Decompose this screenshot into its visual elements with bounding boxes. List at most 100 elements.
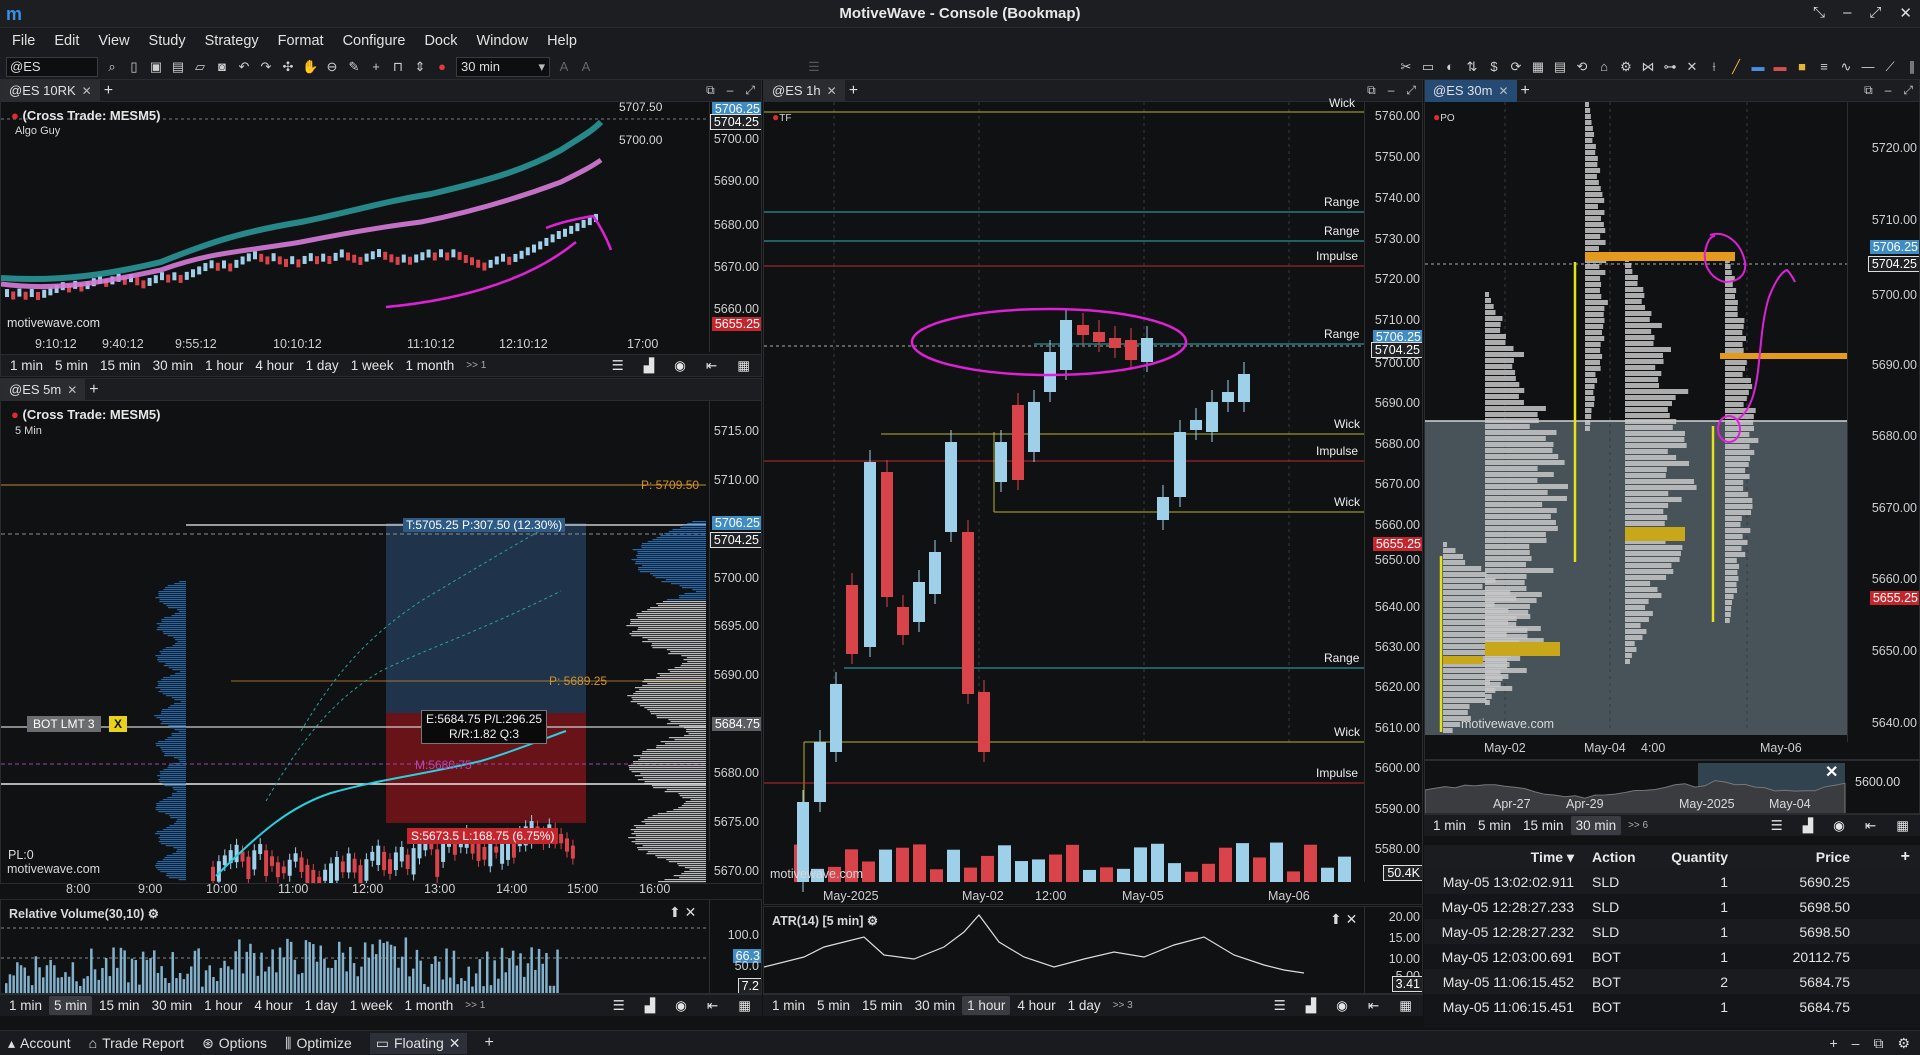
- tf-5min[interactable]: 5 min: [50, 356, 93, 375]
- cancel-order-button[interactable]: X: [109, 716, 128, 732]
- chart-type-icon[interactable]: ▟: [639, 356, 659, 376]
- dollar-icon[interactable]: $: [1486, 59, 1502, 75]
- add-column-icon[interactable]: +: [1856, 848, 1920, 866]
- eye-icon[interactable]: ◉: [670, 996, 692, 1016]
- chart-30m-plot[interactable]: [1425, 102, 1847, 760]
- slash-icon[interactable]: ⟋: [1882, 59, 1898, 75]
- eye-icon[interactable]: ◉: [1331, 996, 1353, 1016]
- tf-1month[interactable]: 1 month: [399, 996, 458, 1015]
- trade-report-button[interactable]: ⌂ Trade Report: [89, 1035, 184, 1051]
- expand-icon[interactable]: ⤢: [1903, 83, 1913, 98]
- tf-4hour[interactable]: 4 hour: [1012, 996, 1060, 1015]
- open-folder-icon[interactable]: ▱: [192, 59, 208, 75]
- list-icon[interactable]: ☰: [1269, 996, 1291, 1016]
- price-axis-10rk[interactable]: 5706.25 5704.25 5700.00 5690.00 5680.00 …: [709, 102, 761, 352]
- table-icon[interactable]: ▦: [1530, 59, 1546, 75]
- add-tab-icon[interactable]: +: [100, 82, 113, 100]
- tf-5min[interactable]: 5 min: [49, 996, 93, 1015]
- tf-30min[interactable]: 30 min: [148, 356, 199, 375]
- calendar-icon[interactable]: ▦: [1394, 996, 1417, 1016]
- link-icon[interactable]: ⟊: [1706, 59, 1722, 75]
- marker-icon[interactable]: ╱: [1728, 59, 1744, 75]
- lines-icon[interactable]: ∥: [1904, 59, 1920, 75]
- price-scale-icon[interactable]: ⇕: [412, 59, 428, 75]
- close-icon[interactable]: ✕: [67, 383, 77, 397]
- chart-icon[interactable]: ∿: [1838, 59, 1854, 75]
- tf-30min[interactable]: 30 min: [147, 996, 198, 1015]
- add-tab-icon[interactable]: +: [485, 1034, 494, 1052]
- col-time[interactable]: Time ▾: [1424, 849, 1582, 866]
- expand-icon[interactable]: ⤢: [1406, 83, 1416, 98]
- range-icon[interactable]: ⇤: [702, 996, 723, 1016]
- close-icon[interactable]: ✕: [82, 84, 92, 98]
- square-icon[interactable]: ■: [1794, 59, 1810, 75]
- eye-icon[interactable]: ◉: [1828, 816, 1850, 836]
- restore-button[interactable]: ⤢: [1869, 4, 1881, 22]
- add-icon[interactable]: +: [1829, 1035, 1837, 1052]
- tab-es-5m[interactable]: @ES 5m ✕: [1, 379, 86, 401]
- tf-1min[interactable]: 1 min: [767, 996, 810, 1015]
- gear-icon[interactable]: ⚙: [1897, 1035, 1910, 1052]
- more-timeframes[interactable]: >> 6: [1623, 818, 1653, 833]
- col-quantity[interactable]: Quantity: [1658, 849, 1736, 865]
- add-tab-icon[interactable]: +: [845, 82, 858, 100]
- layout-1-icon[interactable]: ▭: [1420, 59, 1436, 75]
- tab-es-1h[interactable]: @ES 1h ✕: [764, 80, 845, 102]
- tf-30min[interactable]: 30 min: [910, 996, 961, 1015]
- col-price[interactable]: Price: [1736, 849, 1856, 865]
- close-icon[interactable]: ✕: [449, 1035, 461, 1052]
- sort-icon[interactable]: ⇅: [1464, 59, 1480, 75]
- flag-icon[interactable]: ▬: [1750, 59, 1766, 75]
- optimize-button[interactable]: ⫼ Optimize: [285, 1035, 352, 1052]
- close-icon[interactable]: ✕: [1899, 4, 1912, 22]
- price-axis-5m[interactable]: 5715.00 5710.00 5706.25 5704.25 5700.00 …: [709, 401, 761, 878]
- tf-15min[interactable]: 15 min: [857, 996, 908, 1015]
- hand-icon[interactable]: ✋: [302, 59, 318, 75]
- minimize-icon[interactable]: –: [1885, 83, 1892, 98]
- zoom-icon[interactable]: ⊖: [324, 59, 340, 75]
- fork-icon[interactable]: ⊶: [1662, 59, 1678, 75]
- range-icon[interactable]: ⇤: [1860, 816, 1881, 836]
- chart-10rk-plot[interactable]: [1, 102, 709, 377]
- tf-1min[interactable]: 1 min: [4, 996, 47, 1015]
- tf-1day[interactable]: 1 day: [1063, 996, 1106, 1015]
- font-decrease-icon[interactable]: A: [578, 59, 594, 75]
- list-icon[interactable]: ☰: [607, 356, 629, 376]
- pencil-icon[interactable]: ✎: [346, 59, 362, 75]
- popout-icon[interactable]: ⧉: [1864, 83, 1873, 98]
- tf-1hour[interactable]: 1 hour: [199, 996, 247, 1015]
- table-row[interactable]: May-05 12:28:27.232 SLD 1 5698.50: [1424, 919, 1920, 944]
- tf-5min[interactable]: 5 min: [1473, 816, 1516, 835]
- menu-view[interactable]: View: [98, 33, 140, 49]
- undo-icon[interactable]: ↶: [236, 59, 252, 75]
- line-icon[interactable]: —: [1860, 59, 1876, 75]
- menu-format[interactable]: Format: [278, 33, 335, 49]
- crosshair-icon[interactable]: +: [368, 59, 384, 75]
- add-tab-icon[interactable]: +: [85, 381, 98, 399]
- overview-navigator[interactable]: ✕ Apr-27 Apr-29 May-2025 May-04 5600.00: [1424, 760, 1920, 814]
- table-row[interactable]: May-05 11:06:15.451 BOT 1 5684.75: [1424, 994, 1920, 1019]
- range-icon[interactable]: ⇤: [1363, 996, 1384, 1016]
- minimize-icon[interactable]: –: [727, 83, 734, 98]
- add-tab-icon[interactable]: +: [1517, 82, 1530, 100]
- minimize-icon[interactable]: –: [1388, 83, 1395, 98]
- overview-close-icon[interactable]: ✕: [1825, 762, 1838, 782]
- more-timeframes[interactable]: >> 3: [1108, 998, 1138, 1013]
- tab-es-30m[interactable]: @ES 30m ✕: [1425, 80, 1517, 102]
- record-icon[interactable]: ●: [434, 59, 450, 75]
- minus-icon[interactable]: –: [1852, 1035, 1860, 1052]
- table-row[interactable]: May-05 13:02:02.911 SLD 1 5690.25: [1424, 869, 1920, 894]
- menu-edit[interactable]: Edit: [54, 33, 90, 49]
- save-icon[interactable]: ▣: [148, 59, 164, 75]
- account-button[interactable]: ▴ Account: [8, 1035, 71, 1052]
- menu-strategy[interactable]: Strategy: [205, 33, 270, 49]
- gear-icon[interactable]: ⚙: [1618, 59, 1634, 75]
- layout-icon[interactable]: ⤡: [1813, 4, 1825, 22]
- chart-type-icon[interactable]: ▟: [1301, 996, 1321, 1016]
- menu-configure[interactable]: Configure: [343, 33, 417, 49]
- tf-5min[interactable]: 5 min: [812, 996, 855, 1015]
- disk-icon[interactable]: ▤: [1552, 59, 1568, 75]
- tab-es-10rk[interactable]: @ES 10RK ✕: [1, 80, 100, 102]
- calendar-icon[interactable]: ▦: [1891, 816, 1914, 836]
- close-icon[interactable]: ✕: [1498, 84, 1508, 98]
